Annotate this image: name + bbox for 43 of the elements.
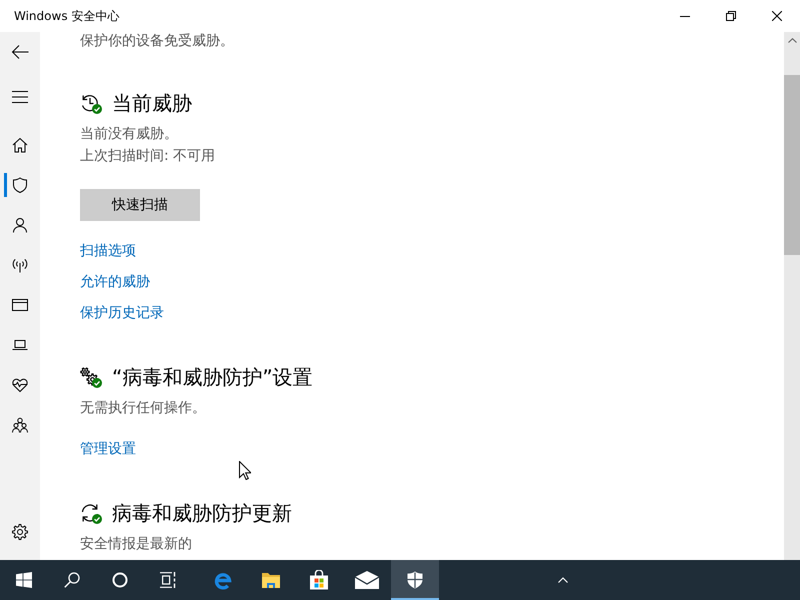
section-link[interactable]: 允许的威胁 (80, 272, 150, 292)
mouse-pointer-icon (239, 461, 251, 480)
scan-button[interactable]: 快速扫描 (80, 189, 200, 221)
status-text: 上次扫描时间: 不可用 (80, 147, 216, 166)
windows-logo-icon[interactable] (16, 572, 32, 588)
window-title: Windows 安全中心 (14, 8, 120, 24)
envelope-icon[interactable] (355, 571, 379, 589)
folder-icon[interactable] (261, 571, 281, 589)
history-clock-icon (80, 93, 100, 113)
scrollbar-thumb[interactable] (784, 75, 800, 255)
search-icon[interactable] (64, 572, 80, 588)
gears-icon (80, 367, 100, 387)
refresh-icon (80, 503, 100, 523)
person-icon[interactable] (12, 217, 28, 233)
shield-icon[interactable] (12, 177, 28, 193)
section-link[interactable]: 保护历史记录 (80, 303, 164, 323)
browser-window-icon[interactable] (12, 297, 28, 313)
section-link[interactable]: 扫描选项 (80, 241, 136, 261)
ring-icon[interactable] (112, 572, 128, 588)
taskbar-app-button[interactable] (391, 560, 439, 600)
section-heading: 病毒和威胁防护更新 (112, 501, 292, 525)
section-link[interactable]: 管理设置 (80, 439, 136, 459)
home-icon[interactable] (12, 137, 28, 153)
status-text: 无需执行任何操作。 (80, 399, 206, 418)
heart-pulse-icon[interactable] (12, 377, 28, 393)
menu-icon[interactable] (12, 91, 28, 103)
intro-text: 保护你的设备免受威胁。 (80, 33, 234, 49)
close-icon[interactable] (772, 11, 782, 21)
settings-icon[interactable] (12, 524, 28, 540)
family-icon[interactable] (12, 417, 28, 433)
scrollbar-track[interactable] (784, 32, 800, 560)
status-text: 安全情报是最新的 (80, 535, 192, 554)
back-arrow-icon[interactable] (11, 44, 29, 60)
shield-icon[interactable] (406, 571, 424, 589)
section-heading: 当前威胁 (112, 91, 192, 115)
task-view-icon[interactable] (160, 572, 176, 588)
status-text: 当前没有威胁。 (80, 125, 178, 144)
restore-icon[interactable] (726, 11, 736, 21)
shopping-bag-icon[interactable] (309, 570, 329, 590)
laptop-icon[interactable] (12, 337, 28, 353)
section-heading: “病毒和威胁防护”设置 (112, 365, 313, 389)
antenna-icon[interactable] (12, 257, 28, 273)
edge-icon[interactable] (213, 570, 233, 590)
